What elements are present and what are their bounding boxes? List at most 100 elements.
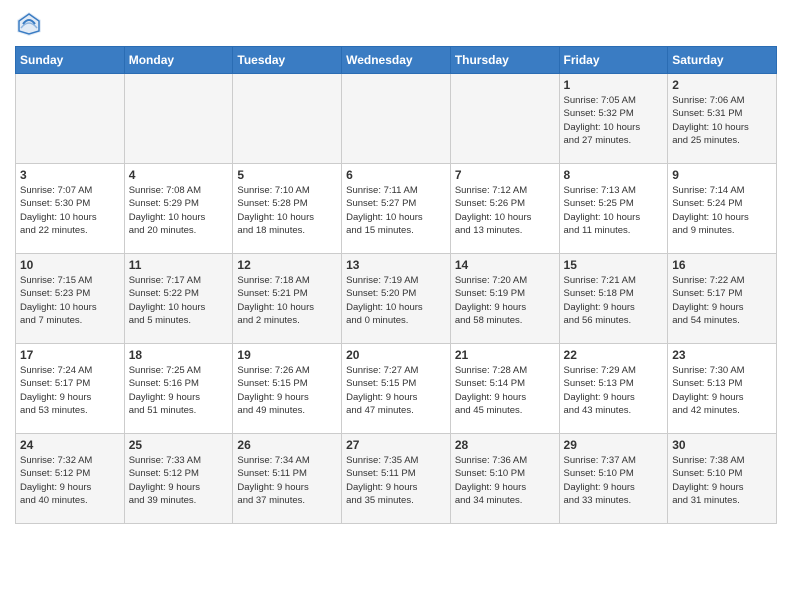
day-info: Sunrise: 7:13 AMSunset: 5:25 PMDaylight:… [564, 184, 664, 237]
day-info: Sunrise: 7:32 AMSunset: 5:12 PMDaylight:… [20, 454, 120, 507]
day-cell: 24 Sunrise: 7:32 AMSunset: 5:12 PMDayligh… [16, 434, 125, 524]
day-info: Sunrise: 7:36 AMSunset: 5:10 PMDaylight:… [455, 454, 555, 507]
day-cell: 4 Sunrise: 7:08 AMSunset: 5:29 PMDaylight… [124, 164, 233, 254]
day-number: 30 [672, 438, 772, 452]
week-row-5: 24 Sunrise: 7:32 AMSunset: 5:12 PMDayligh… [16, 434, 777, 524]
weekday-header-sunday: Sunday [16, 47, 125, 74]
day-info: Sunrise: 7:34 AMSunset: 5:11 PMDaylight:… [237, 454, 337, 507]
day-cell: 3 Sunrise: 7:07 AMSunset: 5:30 PMDaylight… [16, 164, 125, 254]
day-number: 1 [564, 78, 664, 92]
day-cell: 27Sunrise: 7:35 AMSunset: 5:11 PMDayligh… [342, 434, 451, 524]
day-number: 3 [20, 168, 120, 182]
day-cell: 11 Sunrise: 7:17 AMSunset: 5:22 PMDayligh… [124, 254, 233, 344]
header [15, 10, 777, 38]
day-number: 15 [564, 258, 664, 272]
day-number: 22 [564, 348, 664, 362]
day-number: 12 [237, 258, 337, 272]
day-number: 28 [455, 438, 555, 452]
day-info: Sunrise: 7:24 AMSunset: 5:17 PMDaylight:… [20, 364, 120, 417]
day-cell: 2 Sunrise: 7:06 AMSunset: 5:31 PMDaylight… [668, 74, 777, 164]
day-info: Sunrise: 7:18 AMSunset: 5:21 PMDaylight:… [237, 274, 337, 327]
day-info: Sunrise: 7:12 AMSunset: 5:26 PMDaylight:… [455, 184, 555, 237]
day-number: 16 [672, 258, 772, 272]
day-cell: 22 Sunrise: 7:29 AMSunset: 5:13 PMDayligh… [559, 344, 668, 434]
day-cell: 15 Sunrise: 7:21 AMSunset: 5:18 PMDayligh… [559, 254, 668, 344]
day-number: 13 [346, 258, 446, 272]
day-cell: 18 Sunrise: 7:25 AMSunset: 5:16 PMDayligh… [124, 344, 233, 434]
day-number: 20 [346, 348, 446, 362]
day-cell: 10 Sunrise: 7:15 AMSunset: 5:23 PMDayligh… [16, 254, 125, 344]
day-cell: 8 Sunrise: 7:13 AMSunset: 5:25 PMDaylight… [559, 164, 668, 254]
day-cell [233, 74, 342, 164]
week-row-4: 17 Sunrise: 7:24 AMSunset: 5:17 PMDayligh… [16, 344, 777, 434]
day-number: 7 [455, 168, 555, 182]
day-info: Sunrise: 7:07 AMSunset: 5:30 PMDaylight:… [20, 184, 120, 237]
week-row-3: 10 Sunrise: 7:15 AMSunset: 5:23 PMDayligh… [16, 254, 777, 344]
day-info: Sunrise: 7:29 AMSunset: 5:13 PMDaylight:… [564, 364, 664, 417]
day-info: Sunrise: 7:17 AMSunset: 5:22 PMDaylight:… [129, 274, 229, 327]
day-number: 24 [20, 438, 120, 452]
day-info: Sunrise: 7:25 AMSunset: 5:16 PMDaylight:… [129, 364, 229, 417]
day-number: 6 [346, 168, 446, 182]
day-cell: 16Sunrise: 7:22 AMSunset: 5:17 PMDayligh… [668, 254, 777, 344]
day-cell: 7 Sunrise: 7:12 AMSunset: 5:26 PMDaylight… [450, 164, 559, 254]
weekday-header-thursday: Thursday [450, 47, 559, 74]
weekday-header-row: SundayMondayTuesdayWednesdayThursdayFrid… [16, 47, 777, 74]
week-row-1: 1 Sunrise: 7:05 AMSunset: 5:32 PMDaylight… [16, 74, 777, 164]
day-info: Sunrise: 7:37 AMSunset: 5:10 PMDaylight:… [564, 454, 664, 507]
day-number: 2 [672, 78, 772, 92]
day-number: 9 [672, 168, 772, 182]
day-number: 19 [237, 348, 337, 362]
day-cell [124, 74, 233, 164]
day-info: Sunrise: 7:38 AMSunset: 5:10 PMDaylight:… [672, 454, 772, 507]
page: SundayMondayTuesdayWednesdayThursdayFrid… [0, 0, 792, 539]
day-number: 14 [455, 258, 555, 272]
day-cell: 28 Sunrise: 7:36 AMSunset: 5:10 PMDayligh… [450, 434, 559, 524]
day-info: Sunrise: 7:10 AMSunset: 5:28 PMDaylight:… [237, 184, 337, 237]
day-number: 25 [129, 438, 229, 452]
day-info: Sunrise: 7:19 AMSunset: 5:20 PMDaylight:… [346, 274, 446, 327]
day-number: 23 [672, 348, 772, 362]
day-info: Sunrise: 7:05 AMSunset: 5:32 PMDaylight:… [564, 94, 664, 147]
day-number: 8 [564, 168, 664, 182]
day-cell: 6 Sunrise: 7:11 AMSunset: 5:27 PMDaylight… [342, 164, 451, 254]
day-number: 26 [237, 438, 337, 452]
weekday-header-friday: Friday [559, 47, 668, 74]
day-info: Sunrise: 7:26 AMSunset: 5:15 PMDaylight:… [237, 364, 337, 417]
day-info: Sunrise: 7:21 AMSunset: 5:18 PMDaylight:… [564, 274, 664, 327]
day-info: Sunrise: 7:06 AMSunset: 5:31 PMDaylight:… [672, 94, 772, 147]
day-info: Sunrise: 7:11 AMSunset: 5:27 PMDaylight:… [346, 184, 446, 237]
day-cell: 5Sunrise: 7:10 AMSunset: 5:28 PMDaylight… [233, 164, 342, 254]
day-cell: 19 Sunrise: 7:26 AMSunset: 5:15 PMDayligh… [233, 344, 342, 434]
logo-icon [15, 10, 43, 38]
day-number: 21 [455, 348, 555, 362]
day-cell: 29 Sunrise: 7:37 AMSunset: 5:10 PMDayligh… [559, 434, 668, 524]
day-number: 27 [346, 438, 446, 452]
day-number: 29 [564, 438, 664, 452]
calendar: SundayMondayTuesdayWednesdayThursdayFrid… [15, 46, 777, 524]
day-info: Sunrise: 7:15 AMSunset: 5:23 PMDaylight:… [20, 274, 120, 327]
day-cell: 1 Sunrise: 7:05 AMSunset: 5:32 PMDaylight… [559, 74, 668, 164]
day-cell: 20Sunrise: 7:27 AMSunset: 5:15 PMDayligh… [342, 344, 451, 434]
day-number: 17 [20, 348, 120, 362]
week-row-2: 3 Sunrise: 7:07 AMSunset: 5:30 PMDaylight… [16, 164, 777, 254]
day-info: Sunrise: 7:20 AMSunset: 5:19 PMDaylight:… [455, 274, 555, 327]
day-number: 4 [129, 168, 229, 182]
day-info: Sunrise: 7:33 AMSunset: 5:12 PMDaylight:… [129, 454, 229, 507]
day-info: Sunrise: 7:14 AMSunset: 5:24 PMDaylight:… [672, 184, 772, 237]
day-info: Sunrise: 7:08 AMSunset: 5:29 PMDaylight:… [129, 184, 229, 237]
weekday-header-wednesday: Wednesday [342, 47, 451, 74]
day-cell: 14 Sunrise: 7:20 AMSunset: 5:19 PMDayligh… [450, 254, 559, 344]
logo [15, 10, 47, 38]
day-cell: 30 Sunrise: 7:38 AMSunset: 5:10 PMDayligh… [668, 434, 777, 524]
day-cell: 12 Sunrise: 7:18 AMSunset: 5:21 PMDayligh… [233, 254, 342, 344]
weekday-header-monday: Monday [124, 47, 233, 74]
day-cell: 13 Sunrise: 7:19 AMSunset: 5:20 PMDayligh… [342, 254, 451, 344]
day-cell [16, 74, 125, 164]
day-cell: 26 Sunrise: 7:34 AMSunset: 5:11 PMDayligh… [233, 434, 342, 524]
day-number: 18 [129, 348, 229, 362]
day-cell: 25 Sunrise: 7:33 AMSunset: 5:12 PMDayligh… [124, 434, 233, 524]
day-number: 10 [20, 258, 120, 272]
day-number: 11 [129, 258, 229, 272]
day-cell: 17 Sunrise: 7:24 AMSunset: 5:17 PMDayligh… [16, 344, 125, 434]
